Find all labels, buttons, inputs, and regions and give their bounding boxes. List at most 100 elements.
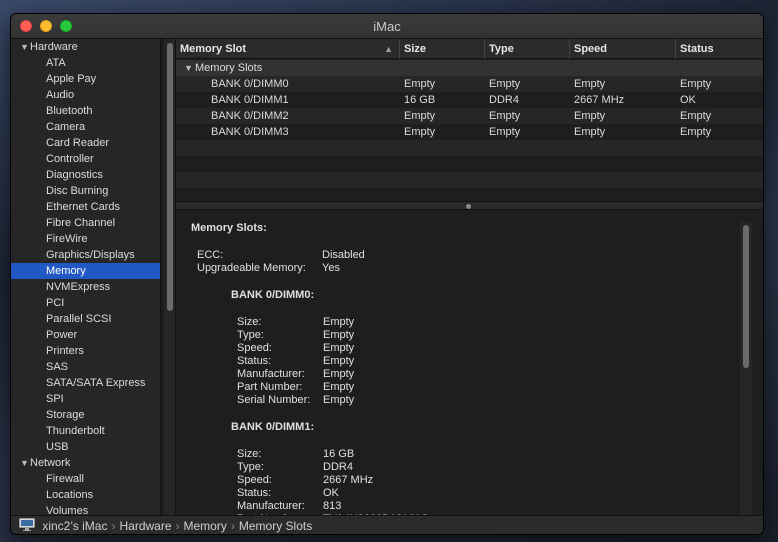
sidebar-item-volumes[interactable]: Volumes	[11, 503, 160, 515]
detail-summary-key: Upgradeable Memory:	[197, 262, 306, 274]
sidebar-item-pci[interactable]: PCI	[11, 295, 160, 311]
detail-summary-value: Disabled	[322, 249, 365, 261]
sidebar-item-usb[interactable]: USB	[11, 439, 160, 455]
table-cell-memory-slot: BANK 0/DIMM0	[211, 78, 289, 90]
sidebar-category-label: Network	[30, 457, 71, 469]
sidebar-item-ata[interactable]: ATA	[11, 55, 160, 71]
detail-field-value: Empty	[323, 355, 355, 367]
column-header-label: Type	[489, 43, 514, 55]
table-cell-speed: 2667 MHz	[574, 94, 625, 106]
sidebar-item-audio[interactable]: Audio	[11, 87, 160, 103]
table-cell-memory-slot: BANK 0/DIMM3	[211, 126, 289, 138]
sidebar-item-sas[interactable]: SAS	[11, 359, 160, 375]
sidebar-item-sata-sata-express[interactable]: SATA/SATA Express	[11, 375, 160, 391]
breadcrumb-item-memory[interactable]: Memory	[184, 519, 227, 533]
detail-field-key: Speed:	[237, 342, 272, 354]
table-cell-memory-slot: BANK 0/DIMM2	[211, 110, 289, 122]
sidebar-item-storage[interactable]: Storage	[11, 407, 160, 423]
table-cell-speed: Empty	[574, 126, 606, 138]
sidebar-item-controller[interactable]: Controller	[11, 151, 160, 167]
column-header-status[interactable]: Status	[676, 39, 763, 59]
table-cell-type: Empty	[489, 78, 521, 90]
detail-field-value: Empty	[323, 316, 355, 328]
table-row[interactable]: BANK 0/DIMM2 Empty Empty Empty Empty	[176, 108, 763, 124]
column-header-label: Size	[404, 43, 427, 55]
detail-field-value: Empty	[323, 342, 355, 354]
detail-field-key: Speed:	[237, 474, 272, 486]
sidebar-item-camera[interactable]: Camera	[11, 119, 160, 135]
sidebar-item-printers[interactable]: Printers	[11, 343, 160, 359]
table-cell-size: Empty	[404, 78, 436, 90]
sidebar-item-thunderbolt[interactable]: Thunderbolt	[11, 423, 160, 439]
detail-field-key: Status:	[237, 487, 272, 499]
detail-field-value: OK	[323, 487, 339, 499]
detail-field-value: DDR4	[323, 461, 353, 473]
detail-field-key: Size:	[237, 316, 262, 328]
table-cell-type: Empty	[489, 126, 521, 138]
column-header-type[interactable]: Type	[485, 39, 570, 59]
column-header-label: Speed	[574, 43, 608, 55]
sidebar-item-nvmexpress[interactable]: NVMExpress	[11, 279, 160, 295]
sidebar-scrollbar[interactable]	[164, 39, 176, 515]
detail-heading: Memory Slots:	[191, 222, 267, 234]
detail-field-key: Size:	[237, 448, 262, 460]
sidebar-item-spi[interactable]: SPI	[11, 391, 160, 407]
table-row[interactable]: BANK 0/DIMM3 Empty Empty Empty Empty	[176, 124, 763, 140]
disclosure-triangle-icon[interactable]: ▼	[20, 455, 30, 471]
table-row-empty	[176, 156, 763, 172]
sidebar-category-network[interactable]: ▼Network	[11, 455, 160, 471]
title-bar[interactable]: iMac	[11, 14, 763, 39]
detail-summary-key: ECC:	[197, 249, 224, 261]
sidebar-item-bluetooth[interactable]: Bluetooth	[11, 103, 160, 119]
breadcrumb-separator: ›	[175, 519, 180, 533]
detail-field-value: Empty	[323, 368, 355, 380]
breadcrumb-item-memory-slots[interactable]: Memory Slots	[239, 519, 312, 533]
column-header-speed[interactable]: Speed	[570, 39, 676, 59]
sidebar-item-graphics-displays[interactable]: Graphics/Displays	[11, 247, 160, 263]
table-group-label: Memory Slots	[195, 62, 263, 74]
pane-splitter[interactable]	[176, 201, 763, 210]
sidebar-item-ethernet-cards[interactable]: Ethernet Cards	[11, 199, 160, 215]
table-group-row[interactable]: ▼ Memory Slots	[176, 60, 763, 76]
column-header-size[interactable]: Size	[400, 39, 485, 59]
sidebar-item-diagnostics[interactable]: Diagnostics	[11, 167, 160, 183]
column-header-memory-slot[interactable]: Memory Slot ▲	[176, 39, 400, 59]
sidebar-item-memory[interactable]: Memory	[11, 263, 160, 279]
disclosure-triangle-icon[interactable]: ▼	[20, 39, 30, 55]
detail-field-key: Type:	[237, 461, 264, 473]
sidebar-item-fibre-channel[interactable]: Fibre Channel	[11, 215, 160, 231]
detail-field-value: Empty	[323, 329, 355, 341]
sidebar-item-apple-pay[interactable]: Apple Pay	[11, 71, 160, 87]
breadcrumb-item-xinc2-s-imac[interactable]: xinc2’s iMac	[42, 519, 107, 533]
breadcrumb-item-hardware[interactable]: Hardware	[119, 519, 171, 533]
table-row[interactable]: BANK 0/DIMM1 16 GB DDR4 2667 MHz OK	[176, 92, 763, 108]
system-information-window: iMac ▼Hardware ATA Apple Pay Audio Bluetooth…	[10, 13, 764, 535]
detail-field-key: Serial Number:	[237, 394, 311, 406]
table-row[interactable]: BANK 0/DIMM0 Empty Empty Empty Empty	[176, 76, 763, 92]
column-header-label: Memory Slot	[180, 43, 247, 55]
sidebar-item-parallel-scsi[interactable]: Parallel SCSI	[11, 311, 160, 327]
sidebar-item-firewall[interactable]: Firewall	[11, 471, 160, 487]
table-cell-status: Empty	[680, 126, 712, 138]
sidebar-item-disc-burning[interactable]: Disc Burning	[11, 183, 160, 199]
splitter-handle-icon[interactable]	[466, 204, 471, 209]
table-cell-status: Empty	[680, 78, 712, 90]
table-cell-memory-slot: BANK 0/DIMM1	[211, 94, 289, 106]
memory-table: ▼ Memory Slots BANK 0/DIMM0 Empty Empty Empty…	[176, 60, 763, 201]
detail-scrollbar[interactable]	[740, 222, 752, 515]
sidebar-item-firewire[interactable]: FireWire	[11, 231, 160, 247]
detail-scrollbar-thumb[interactable]	[743, 225, 749, 368]
sidebar-category-hardware[interactable]: ▼Hardware	[11, 39, 160, 55]
detail-field-value: 16 GB	[323, 448, 355, 460]
sidebar-item-card-reader[interactable]: Card Reader	[11, 135, 160, 151]
sidebar-item-power[interactable]: Power	[11, 327, 160, 343]
detail-field-key: Manufacturer:	[237, 368, 305, 380]
sidebar-item-locations[interactable]: Locations	[11, 487, 160, 503]
table-cell-size: Empty	[404, 126, 436, 138]
table-cell-type: DDR4	[489, 94, 519, 106]
disclosure-triangle-icon[interactable]: ▼	[184, 60, 193, 76]
detail-field-value: 2667 MHz	[323, 474, 374, 486]
sidebar-scrollbar-thumb[interactable]	[167, 43, 173, 311]
table-row-empty	[176, 172, 763, 188]
sort-ascending-icon[interactable]: ▲	[384, 39, 393, 59]
